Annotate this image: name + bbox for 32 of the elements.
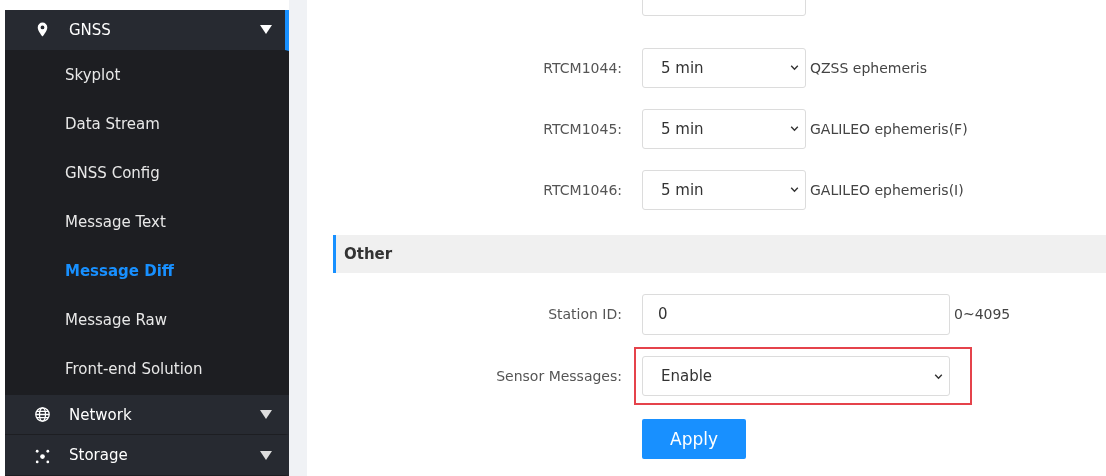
field-label: Station ID: — [547, 306, 623, 322]
caret-icon — [260, 410, 272, 419]
field-description: QZSS ephemeris — [810, 59, 927, 76]
sidebar-item[interactable]: Message Text — [5, 197, 289, 247]
field-hint: 0~4095 — [954, 306, 1011, 322]
sidebar-item[interactable]: Front-end Solution — [5, 344, 289, 394]
sidebar-item[interactable]: Data Stream — [5, 99, 289, 149]
group-label: GNSS — [69, 20, 112, 39]
field-description: GALILEO ephemeris(I) — [810, 181, 964, 198]
field-description: GALILEO ephemeris(F) — [810, 120, 968, 137]
sidebar-item[interactable]: Message Raw — [5, 295, 289, 345]
dropdown[interactable]: 5 min — [642, 108, 806, 149]
field-label: Sensor Messages: — [495, 368, 623, 384]
group-label: Network — [69, 405, 133, 424]
field-label: RTCM1045: — [542, 120, 623, 137]
globe-icon — [34, 406, 51, 423]
sidebar-group[interactable]: GNSS — [5, 10, 289, 51]
section-header: Other — [333, 235, 1106, 273]
input-field[interactable]: 0 — [642, 293, 950, 335]
field-label: RTCM1044: — [542, 59, 623, 76]
sidebar-item[interactable]: Skyplot — [5, 50, 289, 100]
caret-icon — [260, 450, 272, 460]
field-label: RTCM1046: — [542, 181, 623, 198]
sidebar-item[interactable]: GNSS Config — [5, 148, 289, 198]
caret-icon — [260, 25, 272, 35]
sidebar-group[interactable]: Storage — [5, 435, 289, 476]
sidebar-group[interactable]: Network — [5, 394, 289, 436]
dropdown[interactable]: Enable — [642, 356, 950, 396]
sidebar-item[interactable]: Message Diff — [5, 246, 289, 296]
dropdown[interactable]: 5 min — [642, 169, 806, 210]
group-label: Storage — [69, 446, 129, 465]
dropdown[interactable]: 5 min — [642, 47, 806, 88]
